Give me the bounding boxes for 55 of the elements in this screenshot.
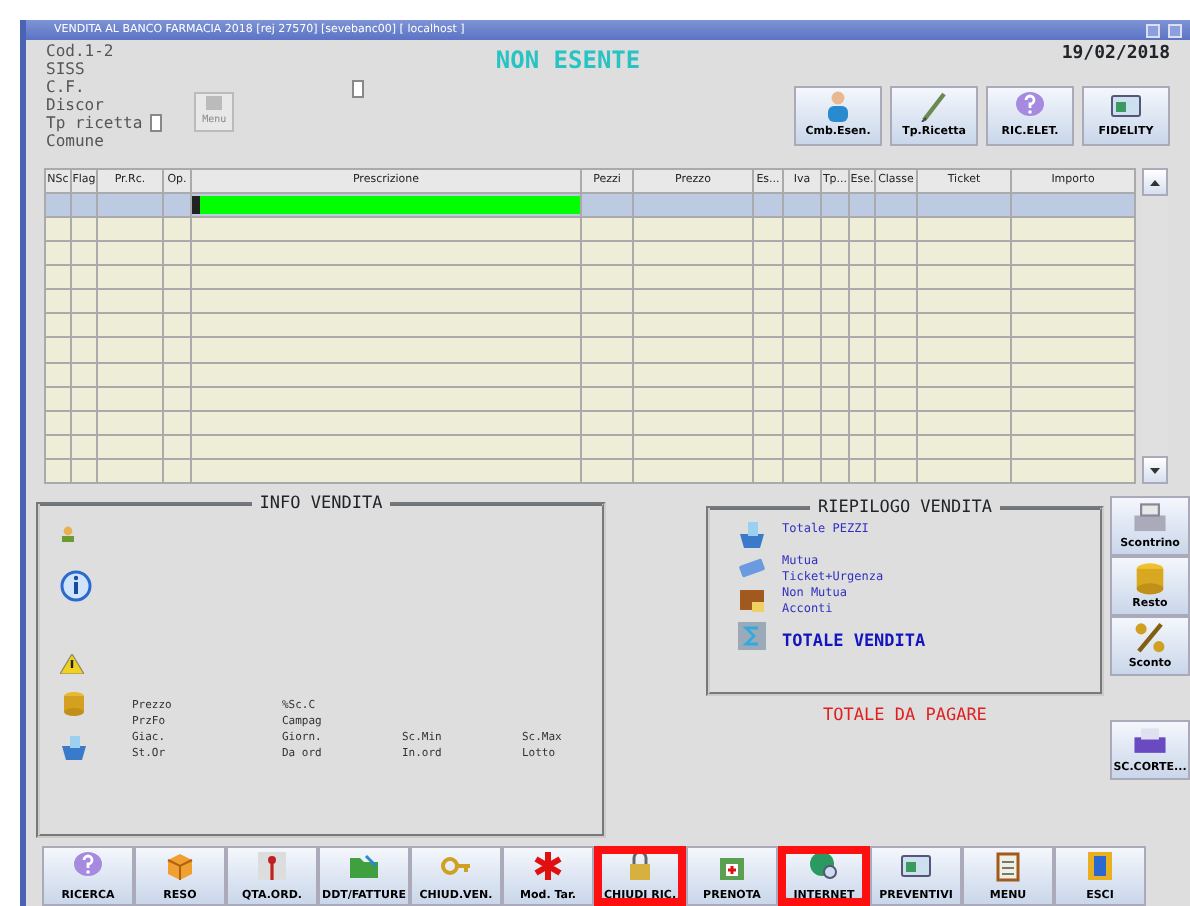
table-row[interactable] — [45, 386, 1135, 411]
table-row[interactable] — [45, 265, 1135, 290]
id-card-icon — [1110, 89, 1142, 121]
box-icon — [164, 850, 196, 882]
wallet-icon — [738, 585, 766, 614]
question-bubble-icon — [72, 850, 104, 882]
coins-icon — [60, 689, 88, 716]
padlock-icon — [624, 850, 656, 882]
total-sale-label: TOTALE VENDITA — [782, 633, 926, 650]
checkbox[interactable] — [150, 114, 163, 132]
close-button[interactable] — [1168, 23, 1182, 37]
up-arrow-icon — [1150, 179, 1160, 185]
down-arrow-icon — [1150, 467, 1160, 473]
id-card-icon — [900, 850, 932, 882]
minimize-button[interactable] — [1146, 23, 1160, 37]
table-row[interactable] — [45, 337, 1135, 363]
field-label: Comune — [46, 132, 104, 150]
globe-icon — [808, 850, 840, 882]
info-icon — [60, 569, 92, 606]
table-row[interactable] — [45, 313, 1135, 338]
clipboard-icon — [992, 850, 1024, 882]
scroll-down-button[interactable] — [1142, 456, 1168, 484]
date-label: 19/02/2018 — [1061, 42, 1170, 68]
percent-icon — [1132, 620, 1168, 656]
field-label: Tp ricetta — [46, 114, 143, 132]
user-icon — [60, 525, 76, 542]
sigma-icon — [738, 621, 766, 650]
folder-icon — [348, 850, 380, 882]
edit-field[interactable] — [192, 196, 580, 215]
field-label: Cod.1-2 — [46, 42, 114, 60]
door-icon — [1084, 850, 1116, 882]
square-icon — [206, 95, 223, 109]
question-bubble-icon — [1014, 89, 1046, 121]
total-to-pay-label: TOTALE DA PAGARE — [823, 704, 987, 730]
scroll-up-button[interactable] — [1142, 168, 1168, 196]
table-row[interactable] — [45, 362, 1135, 387]
medical-cross-icon — [532, 850, 564, 882]
scrollbar[interactable] — [1142, 168, 1168, 484]
table-row[interactable] — [45, 241, 1135, 266]
person-icon — [822, 89, 854, 121]
basket-icon — [60, 735, 88, 762]
coins-icon — [1132, 560, 1168, 596]
field-label: C.F. — [46, 78, 85, 96]
table-row[interactable] — [45, 217, 1135, 242]
field-label: SISS — [46, 60, 85, 78]
exemption-status: NON ESENTE — [495, 44, 641, 78]
basket-icon — [738, 521, 766, 550]
cash-register-icon — [1132, 500, 1168, 536]
antenna-icon — [256, 850, 288, 882]
warning-icon — [60, 653, 84, 674]
ticket-icon — [738, 557, 766, 578]
table-row[interactable] — [45, 289, 1135, 314]
checkbox[interactable] — [352, 80, 364, 99]
table-row[interactable] — [45, 410, 1135, 435]
field-label: Discor — [46, 96, 104, 114]
